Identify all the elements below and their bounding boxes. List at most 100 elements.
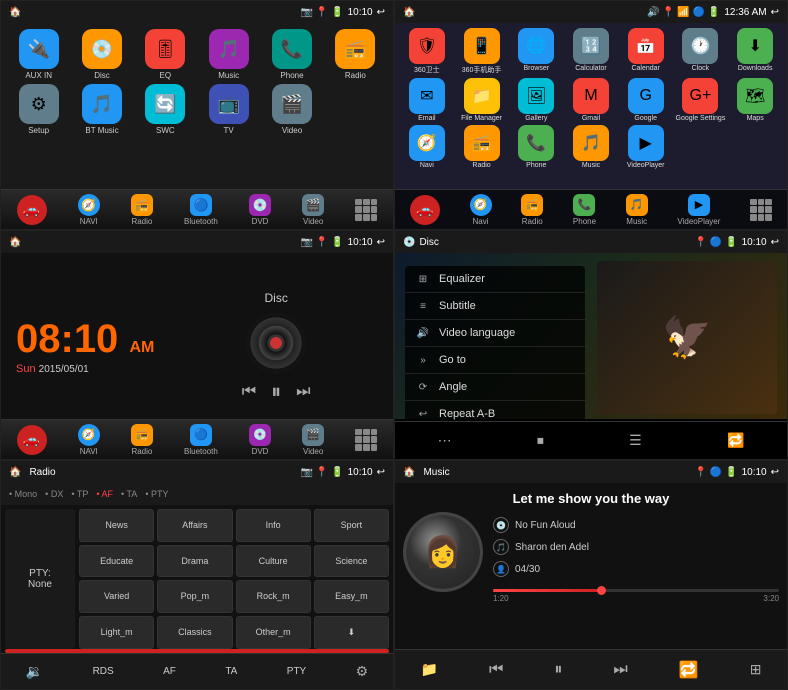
music-repeat-btn[interactable]: 🔁	[679, 660, 699, 680]
android-app-16[interactable]: 📞Phone	[510, 125, 562, 169]
dvd-menu-btn[interactable]: ⋯	[438, 432, 452, 449]
radio-btn-13[interactable]: Classics	[157, 616, 232, 650]
radio-btn-4[interactable]: Educate	[79, 545, 154, 578]
android-app-3[interactable]: 🔢Calculator	[565, 28, 617, 75]
music-folder-icon[interactable]: 📁	[421, 661, 438, 678]
nav-bt-3[interactable]: 🔵 Bluetooth	[184, 424, 218, 456]
nav-car-1[interactable]: 🚗	[17, 195, 47, 225]
nav-radio-1[interactable]: 📻 Radio	[131, 194, 153, 226]
app-icon-swc[interactable]: 🔄SWC	[136, 84, 195, 135]
radio-btn-15[interactable]: ⬇	[314, 616, 389, 650]
android-app-1[interactable]: 📱360手机助手	[456, 28, 508, 75]
nav-dvd-1[interactable]: 💿 DVD	[249, 194, 271, 226]
android-app-15[interactable]: 📻Radio	[456, 125, 508, 169]
android-app-0[interactable]: 🛡360卫士	[401, 28, 453, 75]
android-app-12[interactable]: G+Google Settings	[675, 78, 727, 122]
android-app-4[interactable]: 📅Calendar	[620, 28, 672, 75]
music-next-btn[interactable]: ⏭	[613, 661, 627, 679]
radio-btn-3[interactable]: Sport	[314, 509, 389, 542]
radio-indicator-pty[interactable]: • PTY	[145, 489, 168, 499]
back-icon-2[interactable]: ↩	[771, 7, 779, 18]
dvd-stop-btn[interactable]: ⏹	[537, 432, 544, 449]
android-app-6[interactable]: ⬇Downloads	[729, 28, 781, 75]
radio-btn-6[interactable]: Culture	[236, 545, 311, 578]
nav-radio-2[interactable]: 📻 Radio	[521, 194, 543, 226]
nav-video-1[interactable]: 🎬 Video	[302, 194, 324, 226]
radio-rds[interactable]: RDS	[93, 666, 114, 677]
radio-indicator-af[interactable]: • AF	[96, 489, 113, 499]
back-icon-1[interactable]: ↩	[377, 7, 385, 18]
nav-music-2[interactable]: 🎵 Music	[626, 194, 648, 226]
nav-grid-btn-3[interactable]	[355, 429, 377, 451]
back-icon-3[interactable]: ↩	[377, 237, 385, 248]
nav-dvd-3[interactable]: 💿 DVD	[249, 424, 271, 456]
back-icon-4[interactable]: ↩	[771, 237, 779, 248]
android-app-11[interactable]: GGoogle	[620, 78, 672, 122]
android-app-14[interactable]: 🧭Navi	[401, 125, 453, 169]
radio-btn-0[interactable]: News	[79, 509, 154, 542]
disc-pause[interactable]: ⏸	[271, 381, 281, 404]
radio-btn-9[interactable]: Pop_m	[157, 580, 232, 613]
nav-phone-2[interactable]: 📞 Phone	[573, 194, 596, 226]
radio-indicator-dx[interactable]: • DX	[45, 489, 63, 499]
app-icon-disc[interactable]: 💿Disc	[72, 29, 131, 80]
app-icon-music[interactable]: 🎵Music	[199, 29, 258, 80]
radio-indicator-tp[interactable]: • TP	[71, 489, 88, 499]
radio-indicator-ta[interactable]: • TA	[121, 489, 137, 499]
app-icon-radio[interactable]: 📻Radio	[326, 29, 385, 80]
nav-video-3[interactable]: 🎬 Video	[302, 424, 324, 456]
radio-btn-5[interactable]: Drama	[157, 545, 232, 578]
app-icon-setup[interactable]: ⚙Setup	[9, 84, 68, 135]
disc-prev[interactable]: ⏮	[242, 383, 256, 401]
back-icon-6[interactable]: ↩	[771, 467, 779, 478]
radio-btn-11[interactable]: Easy_m	[314, 580, 389, 613]
radio-btn-8[interactable]: Varied	[79, 580, 154, 613]
dvd-menu-item-3[interactable]: »Go to	[405, 347, 585, 374]
nav-grid-btn-1[interactable]	[355, 199, 377, 221]
radio-btn-2[interactable]: Info	[236, 509, 311, 542]
back-icon-5[interactable]: ↩	[377, 467, 385, 478]
android-app-18[interactable]: ▶VideoPlayer	[620, 125, 672, 169]
android-app-17[interactable]: 🎵Music	[565, 125, 617, 169]
android-app-7[interactable]: ✉Email	[401, 78, 453, 122]
app-icon-eq[interactable]: 🎚EQ	[136, 29, 195, 80]
android-app-13[interactable]: 🗺Maps	[729, 78, 781, 122]
app-icon-tv[interactable]: 📺TV	[199, 84, 258, 135]
app-icon-phone[interactable]: 📞Phone	[262, 29, 321, 80]
app-icon-btmusic[interactable]: 🎵BT Music	[72, 84, 131, 135]
dvd-menu-item-0[interactable]: ⊞Equalizer	[405, 266, 585, 293]
nav-video-2[interactable]: ▶ VideoPlayer	[677, 194, 720, 226]
nav-car-2[interactable]: 🚗	[410, 195, 440, 225]
android-app-8[interactable]: 📁File Manager	[456, 78, 508, 122]
radio-indicator-mono[interactable]: • Mono	[9, 489, 37, 499]
radio-btn-7[interactable]: Science	[314, 545, 389, 578]
music-settings-icon[interactable]: ⊞	[750, 661, 762, 678]
app-icon-auxin[interactable]: 🔌AUX IN	[9, 29, 68, 80]
radio-af[interactable]: AF	[163, 666, 176, 677]
music-pause-btn[interactable]: ⏸	[554, 661, 562, 679]
radio-vol-icon[interactable]: 🔉	[26, 663, 43, 680]
android-app-10[interactable]: MGmail	[565, 78, 617, 122]
app-icon-video[interactable]: 🎬Video	[262, 84, 321, 135]
dvd-repeat-btn[interactable]: 🔁	[727, 432, 744, 449]
dvd-list-btn[interactable]: ☰	[629, 432, 642, 449]
nav-car-3[interactable]: 🚗	[17, 425, 47, 455]
android-app-5[interactable]: 🕐Clock	[675, 28, 727, 75]
dvd-menu-item-1[interactable]: ≡Subtitle	[405, 293, 585, 320]
radio-btn-12[interactable]: Light_m	[79, 616, 154, 650]
radio-ta[interactable]: TA	[225, 666, 237, 677]
dvd-menu-item-2[interactable]: 🔊Video language	[405, 320, 585, 347]
radio-settings-icon[interactable]: ⚙	[356, 663, 369, 680]
nav-grid-btn-2[interactable]	[750, 199, 772, 221]
radio-btn-1[interactable]: Affairs	[157, 509, 232, 542]
radio-btn-10[interactable]: Rock_m	[236, 580, 311, 613]
dvd-menu-item-4[interactable]: ⟳Angle	[405, 374, 585, 401]
music-prev-btn[interactable]: ⏮	[489, 661, 503, 679]
radio-btn-14[interactable]: Other_m	[236, 616, 311, 650]
android-app-2[interactable]: 🌐Browser	[510, 28, 562, 75]
nav-navi-2[interactable]: 🧭 Navi	[470, 194, 492, 226]
android-app-9[interactable]: 🖼Gallery	[510, 78, 562, 122]
nav-bt-1[interactable]: 🔵 Bluetooth	[184, 194, 218, 226]
radio-pty-btn[interactable]: PTY	[287, 666, 306, 677]
music-progress[interactable]: 1:20 3:20	[493, 589, 779, 603]
